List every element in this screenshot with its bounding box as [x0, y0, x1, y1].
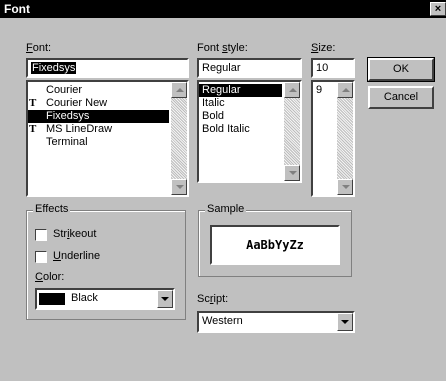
color-value: Black [71, 292, 98, 304]
font-style-list[interactable]: Regular Italic Bold Bold Italic [197, 80, 302, 183]
font-name-input[interactable]: Fixedsys [26, 58, 189, 78]
font-list-item[interactable]: T Courier New [28, 97, 169, 110]
color-swatch [39, 293, 65, 305]
font-dialog: Font × Font: Fixedsys Courier T Courier Ne… [0, 0, 446, 381]
mnemonic-text: Color: [35, 271, 65, 283]
mnemonic-text: Script: [197, 293, 229, 305]
truetype-icon: T [29, 97, 37, 109]
sample-preview: AaBbYyZz [210, 225, 340, 265]
size-scroll-down-button[interactable] [337, 179, 353, 195]
cancel-button[interactable]: Cancel [368, 86, 434, 109]
size-value: 10 [316, 62, 329, 74]
title-bar[interactable]: Font × [0, 0, 446, 18]
ok-button[interactable]: OK [367, 57, 435, 82]
font-name-value: Fixedsys [31, 62, 77, 74]
font-list-item-label: Terminal [46, 136, 88, 148]
dialog-title: Font [4, 2, 30, 16]
color-label: Color: [35, 271, 64, 283]
close-button[interactable]: × [430, 2, 446, 16]
font-list-scrollbar[interactable] [171, 82, 187, 195]
font-list-item-label: Courier New [46, 97, 108, 109]
mnemonic-text: Underline [53, 250, 101, 262]
mnemonic-text: Size: [311, 42, 336, 54]
script-value: Western [202, 315, 243, 327]
ok-button-label: OK [393, 63, 409, 75]
chevron-down-icon [161, 297, 169, 301]
sample-text: AaBbYyZz [246, 238, 304, 252]
font-list-item[interactable]: Courier [28, 84, 169, 97]
mnemonic-text: Font style: [197, 42, 248, 54]
scroll-down-icon [176, 185, 184, 189]
font-list-item[interactable]: Fixedsys [28, 110, 169, 123]
font-list-item-label: Fixedsys [46, 110, 90, 122]
font-style-scrollbar[interactable] [284, 82, 300, 181]
font-scroll-down-button[interactable] [171, 179, 187, 195]
font-scroll-up-button[interactable] [171, 82, 187, 98]
font-style-list-item[interactable]: Italic [199, 97, 282, 110]
strikeout-checkbox[interactable] [35, 229, 47, 241]
size-list-scrollbar[interactable] [337, 82, 353, 195]
size-scroll-up-button[interactable] [337, 82, 353, 98]
scroll-down-icon [289, 171, 297, 175]
size-label: Size: [311, 42, 335, 54]
effects-group-label: Effects [33, 203, 71, 215]
font-label: Font: [26, 42, 51, 54]
underline-label[interactable]: Underline [53, 250, 100, 262]
close-icon: × [434, 3, 442, 15]
size-list-item[interactable]: 9 [313, 84, 335, 97]
scroll-down-icon [342, 185, 350, 189]
scroll-up-icon [289, 88, 297, 92]
font-list-item[interactable]: T MS LineDraw [28, 123, 169, 136]
mnemonic-text: Strikeout [53, 228, 97, 240]
cancel-button-label: Cancel [383, 91, 419, 103]
font-style-list-item[interactable]: Regular [199, 84, 282, 97]
size-list[interactable]: 9 [311, 80, 355, 197]
font-style-list-item[interactable]: Bold Italic [199, 123, 282, 136]
strikeout-label[interactable]: Strikeout [53, 228, 96, 240]
font-style-input[interactable]: Regular [197, 58, 302, 78]
font-style-list-item[interactable]: Bold [199, 110, 282, 123]
font-list-item[interactable]: Terminal [28, 136, 169, 149]
chevron-down-icon [341, 320, 349, 324]
mnemonic-text: Font: [26, 42, 52, 54]
underline-checkbox[interactable] [35, 251, 47, 263]
script-label: Script: [197, 293, 228, 305]
sample-group-label: Sample [205, 203, 247, 215]
font-style-value: Regular [202, 62, 241, 74]
font-list[interactable]: Courier T Courier New Fixedsys T MS LineDraw T… [26, 80, 189, 197]
script-combobox[interactable]: Western [197, 311, 355, 333]
truetype-icon: T [29, 123, 37, 135]
style-scroll-down-button[interactable] [284, 165, 300, 181]
scroll-up-icon [176, 88, 184, 92]
color-dropdown-button[interactable] [157, 290, 173, 308]
font-style-label: Font style: [197, 42, 248, 54]
scroll-up-icon [342, 88, 350, 92]
script-dropdown-button[interactable] [337, 313, 353, 331]
font-list-item-label: MS LineDraw [46, 123, 113, 135]
font-list-item-label: Courier [46, 84, 83, 96]
size-input[interactable]: 10 [311, 58, 355, 78]
color-combobox[interactable]: Black [35, 288, 175, 310]
style-scroll-up-button[interactable] [284, 82, 300, 98]
